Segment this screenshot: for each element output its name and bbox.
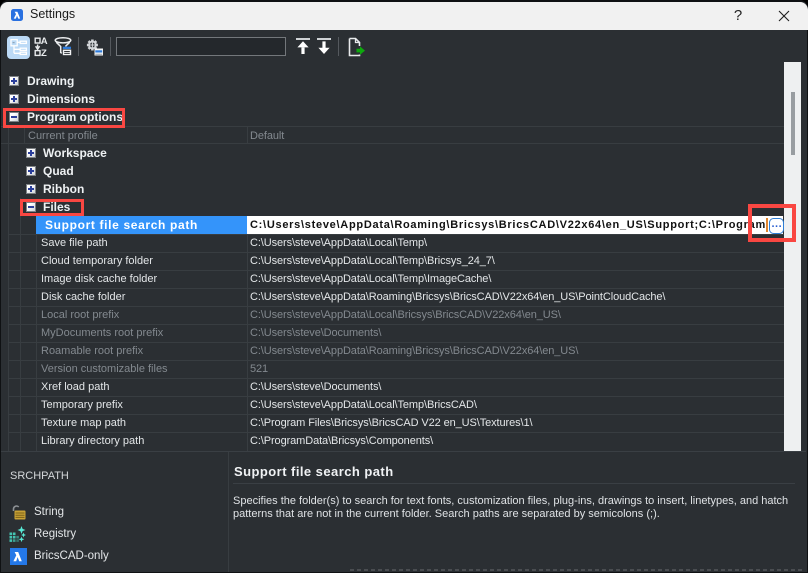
svg-text:Z: Z [41,48,47,58]
svg-text:A: A [41,36,48,47]
